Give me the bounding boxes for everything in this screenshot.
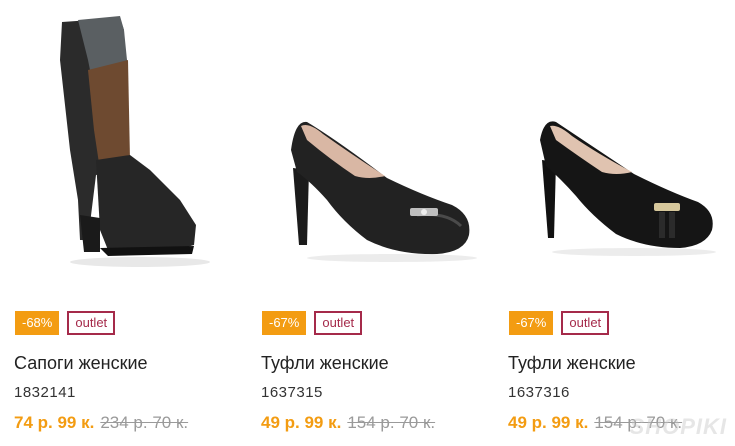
outlet-badge: outlet — [67, 311, 116, 335]
outlet-badge: outlet — [314, 311, 363, 335]
price-block: 49 р. 99 к. 154 р. 70 к. — [261, 413, 435, 433]
product-image-link[interactable] — [247, 0, 487, 290]
product-sku: 1832141 — [14, 384, 76, 401]
product-name-link[interactable]: Туфли женские — [508, 353, 636, 374]
discount-badge: -67% — [262, 311, 307, 335]
suede-pump-image — [540, 121, 716, 256]
product-card[interactable]: -68% outlet Сапоги женские 1832141 74 р.… — [0, 0, 240, 446]
discount-badge: -67% — [509, 311, 554, 335]
outlet-badge: outlet — [561, 311, 610, 335]
current-price: 74 р. 99 к. — [14, 413, 95, 432]
badge-row: -67% outlet — [509, 311, 610, 335]
product-name-link[interactable]: Туфли женские — [261, 353, 389, 374]
old-price: 234 р. 70 к. — [100, 413, 189, 432]
discount-badge: -68% — [15, 311, 60, 335]
badge-row: -67% outlet — [262, 311, 363, 335]
badge-row: -68% outlet — [15, 311, 116, 335]
product-name-link[interactable]: Сапоги женские — [14, 353, 148, 374]
current-price: 49 р. 99 к. — [261, 413, 342, 432]
current-price: 49 р. 99 к. — [508, 413, 589, 432]
product-card[interactable]: -67% outlet Туфли женские 1637315 49 р. … — [247, 0, 487, 446]
product-image-link[interactable] — [494, 0, 734, 290]
leather-pump-image — [291, 121, 477, 262]
product-grid: -68% outlet Сапоги женские 1832141 74 р.… — [0, 0, 735, 446]
product-card[interactable]: -67% outlet Туфли женские 1637316 49 р. … — [494, 0, 734, 446]
product-image-link[interactable] — [0, 0, 240, 290]
old-price: 154 р. 70 к. — [347, 413, 436, 432]
price-block: 74 р. 99 к. 234 р. 70 к. — [14, 413, 188, 433]
product-sku: 1637316 — [508, 384, 570, 401]
watermark-logo: SHOPIKI — [629, 414, 727, 439]
product-sku: 1637315 — [261, 384, 323, 401]
tall-boot-image — [60, 16, 210, 267]
